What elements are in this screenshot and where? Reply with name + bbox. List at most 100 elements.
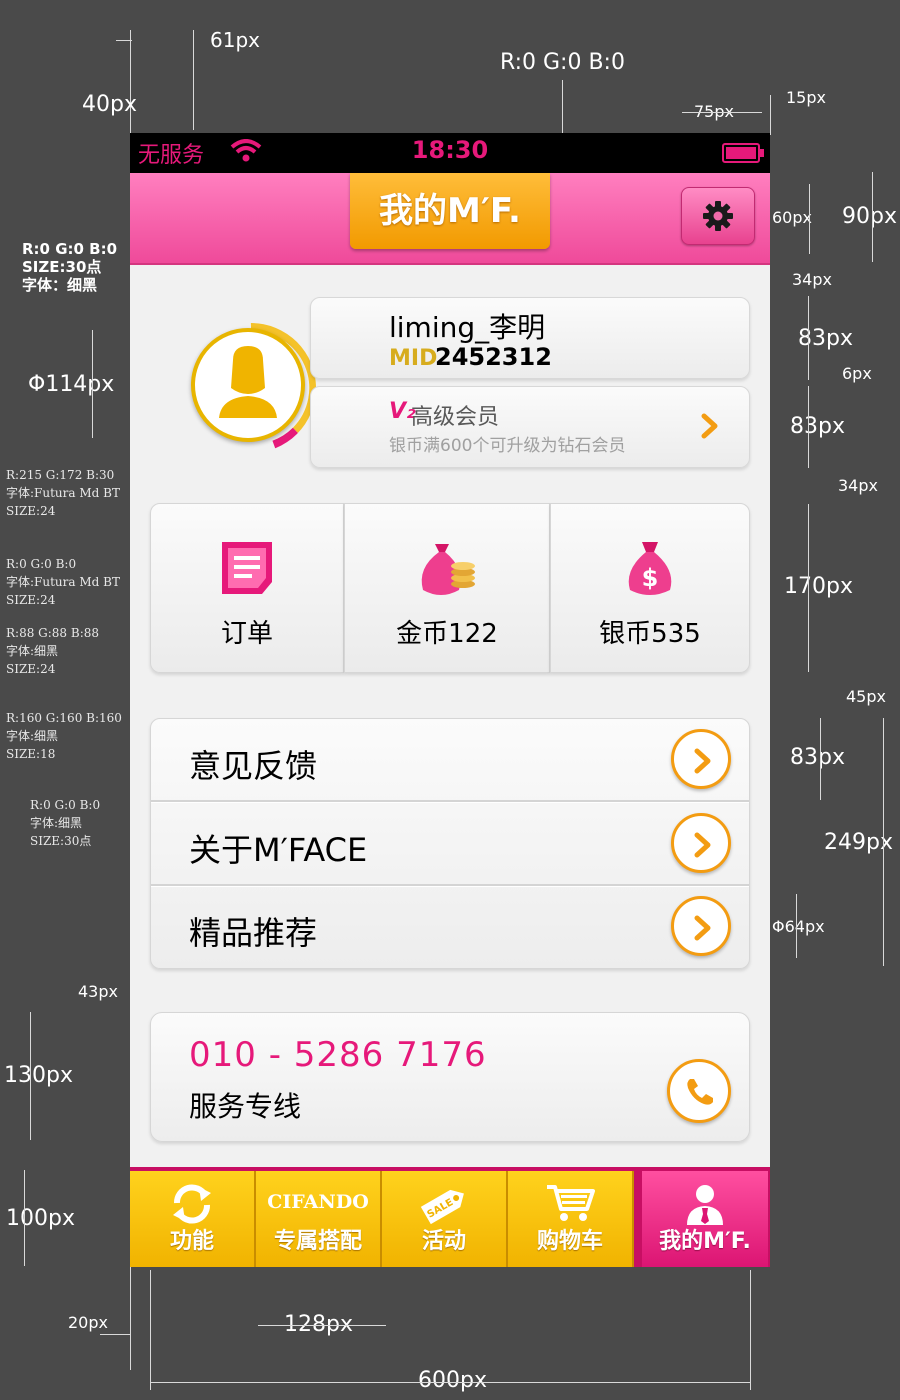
tab-cart[interactable]: 购物车 [508,1171,634,1267]
level-name: 高级会员 [411,405,500,430]
brand-logo: CIFANDO [267,1191,369,1213]
dim-34px-b: 34px [838,476,878,495]
dim-83px-a: 83px [798,326,853,351]
tab-styling[interactable]: CIFANDO 专属搭配 [256,1171,382,1267]
tab-label: 购物车 [536,1229,603,1254]
chevron-right-icon [671,813,731,873]
tab-label: 功能 [169,1229,214,1254]
guide-90 [872,172,873,262]
dim-43px: 43px [78,982,118,1001]
hotline-label: 服务专线 [189,1090,302,1123]
guide-130 [30,1012,31,1140]
dim-phi64: Φ64px [772,917,825,936]
settings-button[interactable] [681,187,755,245]
stats-panel: 订单 金币122 $ 银币535 [150,503,750,673]
menu-list: 意见反馈 关于M′FACE 精品推荐 [150,718,750,969]
spec-hint: R:160 G:160 B:160 字体:细黑 SIZE:18 [6,711,122,761]
spec-level: R:88 G:88 B:88 字体:细黑 SIZE:24 [6,626,100,676]
guide-249 [883,718,884,966]
tab-events[interactable]: SALE 活动 [382,1171,508,1267]
guide-83a [808,296,809,380]
dim-83px-c: 83px [790,745,845,770]
stat-orders[interactable]: 订单 [150,503,344,673]
dim-61px: 61px [210,28,260,52]
dim-phi114: Φ114px [28,372,115,397]
hotline-number: 010 - 5286 7176 [189,1035,487,1075]
page-title: 我的M′F. [350,173,550,249]
guide-line-61 [193,30,194,130]
tab-label: 我的M′F. [659,1229,751,1254]
stat-silver-coins[interactable]: $ 银币535 [550,503,750,673]
phone-screen: 无服务 18:30 我的M′F. liming_李明 MID 2452312 V… [130,133,770,1267]
money-bag-icon: $ [628,542,672,595]
cart-icon [547,1185,595,1221]
guide-83c [820,718,821,800]
dim-6px: 6px [842,364,872,383]
guide-phi114 [92,330,93,438]
dim-15px: 15px [786,88,826,107]
spec-mid: R:215 G:172 B:30 字体:Futura Md BT SIZE:24 [6,468,120,518]
guide-75 [682,112,762,113]
gold-coin-bag-icon [421,544,475,595]
dim-170px: 170px [784,574,853,599]
tab-bar: 功能 CIFANDO 专属搭配 SALE 活动 购物车 我的M′F. [130,1167,770,1267]
menu-item-recommend[interactable]: 精品推荐 [151,886,749,968]
guide-170 [808,504,809,672]
dim-rgb-top: R:0 G:0 B:0 [500,50,625,75]
menu-item-label: 关于M′FACE [189,831,368,869]
chevron-right-icon [701,413,718,439]
guide-line-inner [150,1270,151,1390]
stat-gold-coins[interactable]: 金币122 [344,503,550,673]
stat-label: 金币122 [396,619,498,649]
tab-label: 活动 [421,1229,466,1254]
sale-tag-icon: SALE [420,1189,464,1225]
mid-value: 2452312 [435,343,552,371]
user-icon [687,1185,723,1225]
profile-card: liming_李明 MID 2452312 [310,297,750,379]
dim-34px-a: 34px [792,270,832,289]
status-time: 18:30 [411,136,489,164]
order-icon [222,542,272,594]
dim-130px: 130px [4,1063,73,1088]
username: liming_李明 [389,311,546,344]
guide-60 [809,184,810,254]
guide-600 [150,1382,750,1383]
service-hotline-card: 010 - 5286 7176 服务专线 [150,1012,750,1142]
menu-item-about[interactable]: 关于M′FACE [151,803,749,885]
menu-item-label: 精品推荐 [189,914,318,952]
menu-item-label: 意见反馈 [189,747,318,785]
tab-my-mf[interactable]: 我的M′F. [642,1171,768,1267]
avatar[interactable] [191,328,305,442]
guide-20 [100,1334,130,1335]
guide-100 [24,1170,25,1266]
navigation-bar: 我的M′F. [130,173,770,265]
gear-icon [703,201,733,231]
guide-phi64 [796,894,797,958]
tab-features[interactable]: 功能 [130,1171,256,1267]
battery-icon [722,143,764,163]
svg-text:$: $ [642,564,659,592]
dim-83px-b: 83px [790,414,845,439]
stat-label: 银币535 [599,619,701,649]
chevron-right-icon [671,729,731,789]
dim-100px: 100px [6,1206,75,1231]
dim-90px: 90px [842,204,897,229]
spec-number: R:0 G:0 B:0 字体:Futura Md BT SIZE:24 [6,557,120,607]
call-button[interactable] [667,1059,731,1123]
phone-icon [687,1079,713,1105]
status-bar: 无服务 18:30 [130,133,770,173]
dim-60px: 60px [772,208,812,227]
stat-label: 订单 [220,619,273,649]
member-level-card[interactable]: V₂ 高级会员 银币满600个可升级为钻石会员 [310,386,750,468]
guide-128 [258,1325,386,1326]
refresh-icon [173,1184,211,1224]
menu-item-feedback[interactable]: 意见反馈 [151,719,749,801]
level-hint: 银币满600个可升级为钻石会员 [389,436,626,456]
dim-45px: 45px [846,687,886,706]
tab-label: 专属搭配 [273,1229,362,1254]
guide-83b [808,386,809,468]
mid-label: MID [389,346,438,371]
spec-menu: R:0 G:0 B:0 字体:细黑 SIZE:30点 [30,798,101,848]
guide-tick [116,40,132,41]
dim-600px: 600px [418,1368,487,1393]
